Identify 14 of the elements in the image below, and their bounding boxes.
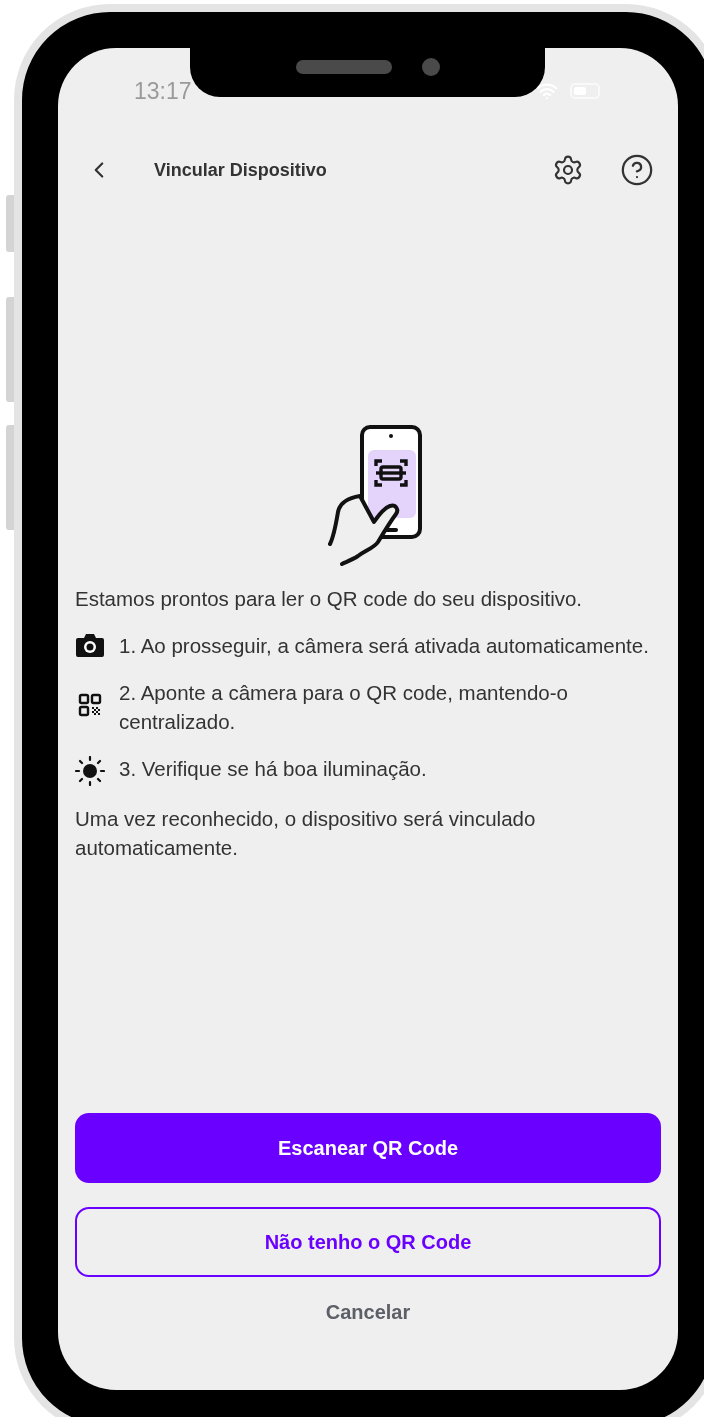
cancel-button[interactable]: Cancelar	[317, 1297, 419, 1328]
intro-text: Estamos prontos para ler o QR code do seu dispositivo.	[75, 586, 584, 612]
sun-icon	[75, 756, 105, 786]
front-camera	[421, 57, 440, 76]
camera-icon	[75, 633, 105, 659]
wifi-icon	[536, 80, 558, 102]
no-qr-button[interactable]: Não tenho o QR Code	[75, 1207, 661, 1277]
step-text: 1. Ao prosseguir, a câmera será ativada automaticamente.	[119, 633, 649, 659]
page-title: Vincular Dispositivo	[154, 159, 328, 181]
step-text: 3. Verifique se há boa iluminação.	[119, 756, 427, 782]
step-text: 2. Aponte a câmera para o QR code, mantendo-o centralizado.	[119, 680, 569, 735]
outro-text: Uma vez reconhecido, o dispositivo será vinculado automaticamente.	[75, 806, 537, 861]
scan-button[interactable]: Escanear QR Code	[75, 1113, 661, 1183]
status-time: 13:17	[134, 78, 192, 105]
